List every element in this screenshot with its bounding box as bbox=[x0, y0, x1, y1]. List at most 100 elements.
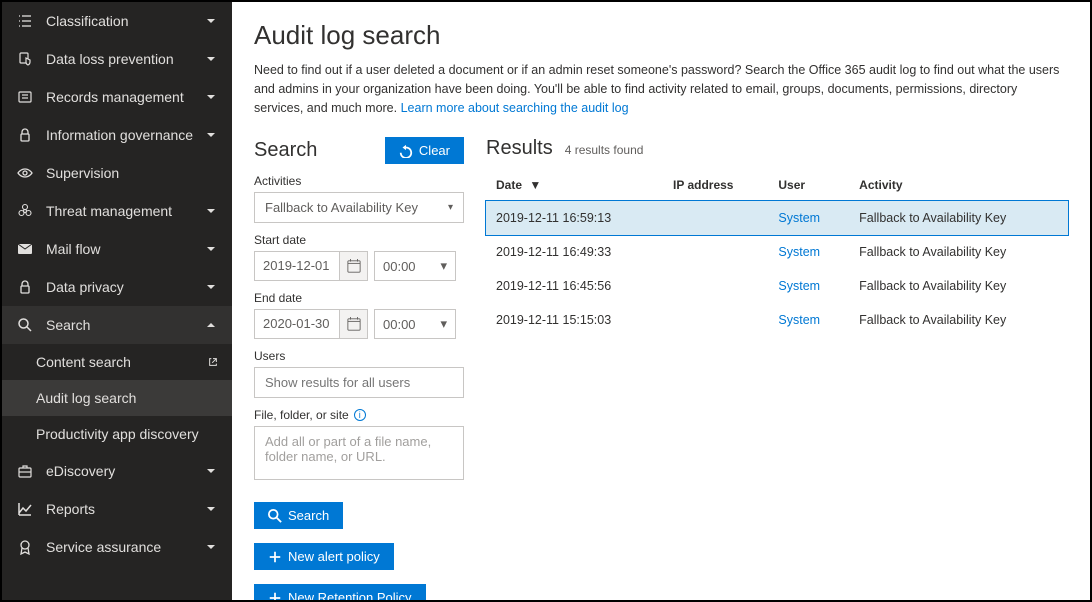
chevron-down-icon bbox=[204, 242, 218, 256]
search-button-label: Search bbox=[288, 508, 329, 523]
sidebar-item-label: Mail flow bbox=[46, 241, 204, 257]
sidebar-item-label: Audit log search bbox=[36, 390, 218, 406]
sidebar-item-threat-management[interactable]: Threat management bbox=[2, 192, 232, 230]
sidebar-item-data-privacy[interactable]: Data privacy bbox=[2, 268, 232, 306]
undo-icon bbox=[399, 144, 413, 158]
plus-icon bbox=[268, 550, 282, 564]
new-alert-policy-button[interactable]: New alert policy bbox=[254, 543, 394, 570]
chevron-down-icon: ▾ bbox=[448, 202, 453, 213]
sidebar-item-service-assurance[interactable]: Service assurance bbox=[2, 528, 232, 566]
cell-activity: Fallback to Availability Key bbox=[849, 269, 1068, 303]
learn-more-link[interactable]: Learn more about searching the audit log bbox=[401, 101, 629, 115]
column-ip[interactable]: IP address bbox=[663, 170, 768, 201]
sidebar-item-classification[interactable]: Classification bbox=[2, 2, 232, 40]
cell-date: 2019-12-11 16:45:56 bbox=[486, 269, 663, 303]
sidebar-subitem-productivity-app-discovery[interactable]: Productivity app discovery bbox=[2, 416, 232, 452]
chevron-down-icon bbox=[204, 90, 218, 104]
plus-icon bbox=[268, 591, 282, 600]
sidebar-subitem-content-search[interactable]: Content search bbox=[2, 344, 232, 380]
table-row[interactable]: 2019-12-11 16:45:56 SystemFallback to Ava… bbox=[486, 269, 1068, 303]
new-alert-policy-label: New alert policy bbox=[288, 549, 380, 564]
end-date-label: End date bbox=[254, 291, 464, 305]
sidebar-item-records-management[interactable]: Records management bbox=[2, 78, 232, 116]
search-icon bbox=[268, 509, 282, 523]
activities-dropdown[interactable]: Fallback to Availability Key ▾ bbox=[254, 192, 464, 223]
cell-ip bbox=[663, 303, 768, 337]
cell-user[interactable]: System bbox=[768, 303, 849, 337]
start-date-calendar-button[interactable] bbox=[340, 251, 368, 281]
activities-label: Activities bbox=[254, 174, 464, 188]
file-input[interactable]: Add all or part of a file name, folder n… bbox=[254, 426, 464, 480]
cell-user[interactable]: System bbox=[768, 269, 849, 303]
sidebar-item-ediscovery[interactable]: eDiscovery bbox=[2, 452, 232, 490]
cell-ip bbox=[663, 235, 768, 269]
info-icon[interactable]: i bbox=[354, 409, 366, 421]
activities-value: Fallback to Availability Key bbox=[265, 200, 418, 215]
users-input[interactable] bbox=[254, 367, 464, 398]
search-button[interactable]: Search bbox=[254, 502, 343, 529]
column-user[interactable]: User bbox=[768, 170, 849, 201]
sidebar-item-search[interactable]: Search bbox=[2, 306, 232, 344]
table-row[interactable]: 2019-12-11 16:59:13SystemFallback to Ava… bbox=[486, 201, 1068, 236]
cell-user[interactable]: System bbox=[768, 235, 849, 269]
cell-ip bbox=[663, 201, 768, 236]
calendar-icon bbox=[347, 259, 361, 273]
sidebar-item-mail-flow[interactable]: Mail flow bbox=[2, 230, 232, 268]
column-date[interactable]: Date ▼ bbox=[486, 170, 663, 201]
sidebar-item-label: Content search bbox=[36, 354, 202, 370]
list-icon bbox=[16, 12, 34, 30]
end-time-value: 00:00 bbox=[383, 317, 416, 332]
column-date-label: Date bbox=[496, 178, 522, 192]
table-row[interactable]: 2019-12-11 16:49:33SystemFallback to Ava… bbox=[486, 235, 1068, 269]
cell-user[interactable]: System bbox=[768, 201, 849, 236]
users-label: Users bbox=[254, 349, 464, 363]
users-text-field[interactable] bbox=[265, 375, 453, 390]
sidebar-item-data-loss-prevention[interactable]: Data loss prevention bbox=[2, 40, 232, 78]
sidebar-item-information-governance[interactable]: Information governance bbox=[2, 116, 232, 154]
table-row[interactable]: 2019-12-11 15:15:03SystemFallback to Ava… bbox=[486, 303, 1068, 337]
cell-activity: Fallback to Availability Key bbox=[849, 201, 1068, 236]
search-panel: Search Clear Activities Fallback to Avai… bbox=[254, 137, 464, 600]
records-icon bbox=[16, 88, 34, 106]
new-retention-policy-button[interactable]: New Retention Policy bbox=[254, 584, 426, 600]
page-description: Need to find out if a user deleted a doc… bbox=[254, 61, 1068, 117]
end-time-select[interactable]: 00:00 ▾ bbox=[374, 309, 456, 339]
end-date-input[interactable]: 2020-01-30 bbox=[254, 309, 340, 339]
search-icon bbox=[16, 316, 34, 334]
sidebar-item-label: Records management bbox=[46, 89, 204, 105]
sidebar-subitem-audit-log-search[interactable]: Audit log search bbox=[2, 380, 232, 416]
column-activity[interactable]: Activity bbox=[849, 170, 1068, 201]
sidebar-item-supervision[interactable]: Supervision bbox=[2, 154, 232, 192]
chevron-down-icon bbox=[204, 502, 218, 516]
chart-icon bbox=[16, 500, 34, 518]
chevron-down-icon bbox=[204, 52, 218, 66]
page-description-text: Need to find out if a user deleted a doc… bbox=[254, 63, 1059, 115]
start-time-select[interactable]: 00:00 ▾ bbox=[374, 251, 456, 281]
start-date-input[interactable]: 2019-12-01 bbox=[254, 251, 340, 281]
file-label: File, folder, or site i bbox=[254, 408, 464, 422]
results-table: Date ▼ IP address User Activity 2019-12-… bbox=[486, 170, 1068, 337]
sidebar: Classification Data loss prevention Record… bbox=[2, 2, 232, 600]
lock-icon bbox=[16, 126, 34, 144]
sidebar-item-reports[interactable]: Reports bbox=[2, 490, 232, 528]
file-label-text: File, folder, or site bbox=[254, 408, 349, 422]
clear-button[interactable]: Clear bbox=[385, 137, 464, 164]
page-title: Audit log search bbox=[254, 20, 1068, 51]
sidebar-item-label: Reports bbox=[46, 501, 204, 517]
chevron-down-icon bbox=[204, 204, 218, 218]
main-content: Audit log search Need to find out if a u… bbox=[232, 2, 1090, 600]
external-link-icon bbox=[208, 354, 218, 370]
sidebar-item-label: Data loss prevention bbox=[46, 51, 204, 67]
results-title: Results bbox=[486, 137, 553, 160]
clear-button-label: Clear bbox=[419, 143, 450, 158]
chevron-down-icon bbox=[204, 464, 218, 478]
sidebar-item-label: Data privacy bbox=[46, 279, 204, 295]
sidebar-item-label: Classification bbox=[46, 13, 204, 29]
sidebar-item-label: eDiscovery bbox=[46, 463, 204, 479]
end-date-calendar-button[interactable] bbox=[340, 309, 368, 339]
sidebar-item-label: Productivity app discovery bbox=[36, 426, 218, 442]
chevron-up-icon bbox=[204, 318, 218, 332]
chevron-down-icon: ▾ bbox=[440, 316, 447, 332]
briefcase-icon bbox=[16, 462, 34, 480]
results-panel: Results 4 results found Date ▼ IP addres… bbox=[486, 137, 1068, 600]
